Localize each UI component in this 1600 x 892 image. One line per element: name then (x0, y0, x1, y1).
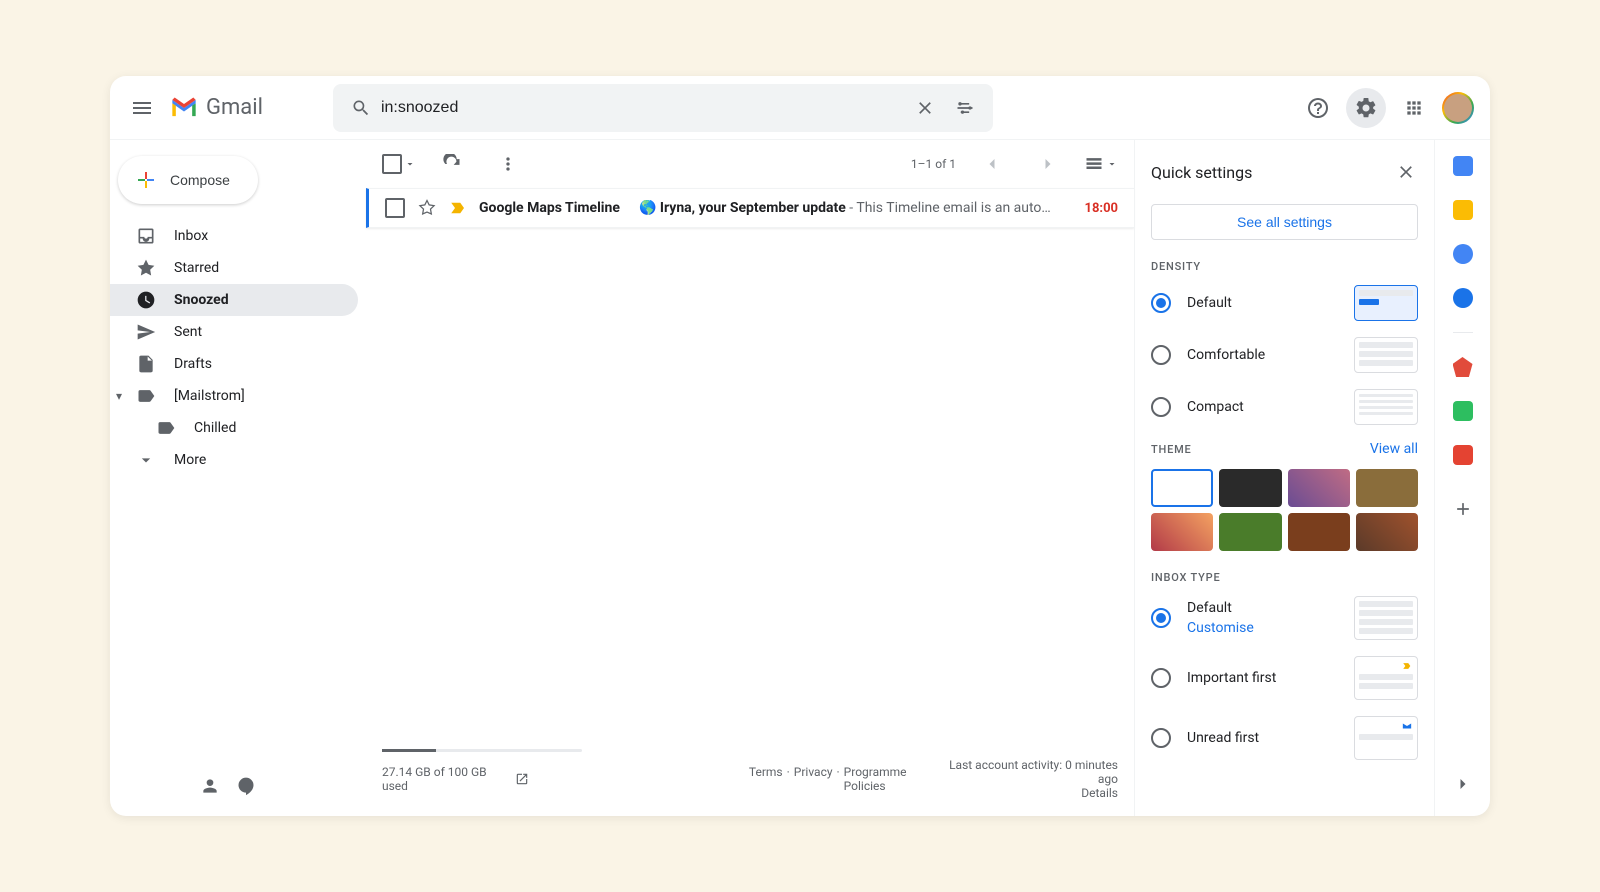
policies-link[interactable]: Programme Policies (844, 765, 939, 793)
density-compact[interactable]: Compact (1151, 389, 1434, 425)
star-icon (136, 258, 156, 278)
tasks-icon[interactable] (1453, 244, 1473, 264)
theme-option[interactable] (1288, 469, 1350, 507)
search-options-icon[interactable] (945, 88, 985, 128)
theme-label: THEME (1151, 443, 1192, 456)
open-storage-icon[interactable] (515, 772, 529, 786)
gmail-logo[interactable]: Gmail (170, 95, 263, 120)
main-menu-button[interactable] (118, 84, 166, 132)
person-icon[interactable] (200, 776, 220, 796)
customise-link[interactable]: Customise (1187, 620, 1254, 636)
send-icon (136, 322, 156, 342)
search-bar (333, 84, 993, 132)
theme-option[interactable] (1219, 469, 1281, 507)
compose-button[interactable]: Compose (118, 156, 258, 204)
nav-chilled[interactable]: Chilled (110, 412, 358, 444)
search-icon[interactable] (341, 88, 381, 128)
nav-starred[interactable]: Starred (110, 252, 358, 284)
label-icon (136, 386, 156, 406)
collapse-panel-button[interactable] (1443, 764, 1483, 804)
theme-option[interactable] (1356, 469, 1418, 507)
inbox-type-label: INBOX TYPE (1151, 571, 1434, 584)
inbox-important-first[interactable]: Important first (1151, 656, 1434, 700)
inbox-icon (136, 226, 156, 246)
email-checkbox[interactable] (385, 198, 405, 218)
nav-more[interactable]: More (110, 444, 358, 476)
density-default[interactable]: Default (1151, 285, 1434, 321)
clear-search-button[interactable] (905, 88, 945, 128)
email-subject: 🌎 Iryna, your September update - This Ti… (639, 200, 1069, 216)
see-all-settings-button[interactable]: See all settings (1151, 204, 1418, 240)
nav-sent[interactable]: Sent (110, 316, 358, 348)
addon-icon[interactable] (1453, 401, 1473, 421)
density-label: DENSITY (1151, 260, 1434, 273)
add-addon-button[interactable] (1443, 489, 1483, 529)
privacy-link[interactable]: Privacy (794, 765, 833, 793)
more-button[interactable] (488, 144, 528, 184)
activity-text: Last account activity: 0 minutes ago (938, 758, 1118, 786)
importance-icon[interactable] (449, 199, 467, 217)
theme-option[interactable] (1151, 513, 1213, 551)
nav-inbox[interactable]: Inbox (110, 220, 358, 252)
account-avatar[interactable] (1442, 92, 1474, 124)
nav-mailstrom[interactable]: ▾ [Mailstrom] (110, 380, 358, 412)
product-name: Gmail (206, 95, 263, 120)
support-button[interactable] (1298, 88, 1338, 128)
quick-settings-panel: Quick settings See all settings DENSITY … (1134, 140, 1434, 816)
pagination-text: 1–1 of 1 (911, 157, 956, 171)
label-icon (156, 418, 176, 438)
split-toggle-button[interactable] (1084, 154, 1118, 174)
view-all-themes-link[interactable]: View all (1370, 441, 1418, 457)
theme-option[interactable] (1219, 513, 1281, 551)
sidebar: Compose Inbox Starred Snoozed Sent (110, 140, 366, 816)
nav-drafts[interactable]: Drafts (110, 348, 358, 380)
email-time: 18:00 (1085, 201, 1119, 216)
email-row[interactable]: Google Maps Timeline 🌎 Iryna, your Septe… (366, 188, 1134, 228)
addon-icon[interactable] (1453, 357, 1473, 377)
clock-icon (136, 290, 156, 310)
dropdown-icon (404, 158, 416, 170)
main-content: 1–1 of 1 Google Maps Timeline 🌎 Iryna, y… (366, 140, 1134, 816)
nav-snoozed[interactable]: Snoozed (110, 284, 358, 316)
hangouts-icon[interactable] (236, 776, 256, 796)
density-comfortable[interactable]: Comfortable (1151, 337, 1434, 373)
theme-grid (1151, 469, 1434, 551)
toolbar: 1–1 of 1 (366, 140, 1134, 188)
apps-button[interactable] (1394, 88, 1434, 128)
theme-option[interactable] (1356, 513, 1418, 551)
keep-icon[interactable] (1453, 200, 1473, 220)
inbox-default[interactable]: DefaultCustomise (1151, 596, 1434, 640)
select-all-checkbox[interactable] (382, 154, 416, 174)
storage-bar (382, 749, 582, 752)
header: Gmail (110, 76, 1490, 140)
email-sender: Google Maps Timeline (479, 200, 639, 216)
storage-text: 27.14 GB of 100 GB used (382, 765, 507, 793)
next-page-button[interactable] (1028, 144, 1068, 184)
inbox-unread-first[interactable]: Unread first (1151, 716, 1434, 760)
settings-button[interactable] (1346, 88, 1386, 128)
theme-option[interactable] (1151, 469, 1213, 507)
star-icon[interactable] (417, 198, 437, 218)
calendar-icon[interactable] (1453, 156, 1473, 176)
search-input[interactable] (381, 99, 905, 117)
plus-icon (134, 168, 158, 192)
side-panel (1434, 140, 1490, 816)
refresh-button[interactable] (432, 144, 472, 184)
chevron-down-icon (136, 450, 156, 470)
close-settings-button[interactable] (1390, 156, 1422, 188)
contacts-icon[interactable] (1453, 288, 1473, 308)
terms-link[interactable]: Terms (749, 765, 783, 793)
caret-down-icon: ▾ (116, 389, 122, 403)
addon-icon[interactable] (1453, 445, 1473, 465)
prev-page-button[interactable] (972, 144, 1012, 184)
quick-settings-title: Quick settings (1151, 163, 1252, 182)
details-link[interactable]: Details (938, 786, 1118, 800)
document-icon (136, 354, 156, 374)
gmail-icon (170, 97, 198, 119)
theme-option[interactable] (1288, 513, 1350, 551)
